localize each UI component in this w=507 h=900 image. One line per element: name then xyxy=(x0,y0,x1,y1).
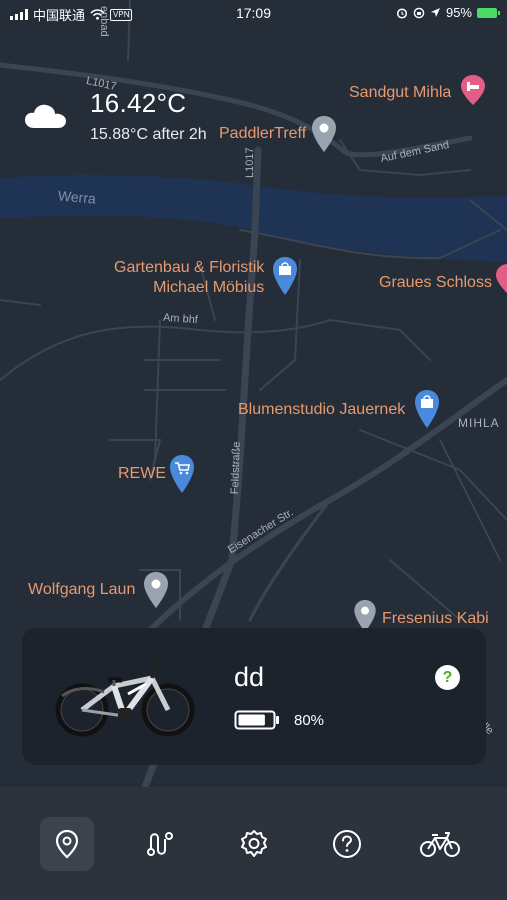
bike-name: dd xyxy=(234,662,265,692)
tab-settings[interactable] xyxy=(227,817,281,871)
forecast-temperature: 15.88°C after 2h xyxy=(90,126,207,143)
poi-label-rewe[interactable]: REWE xyxy=(118,464,166,484)
battery-percent-status: 95% xyxy=(445,5,472,20)
location-pin-icon xyxy=(55,829,79,859)
street-label-am-bhf: Am bhf xyxy=(162,311,199,327)
poi-label-blumenstudio[interactable]: Blumenstudio Jauernek xyxy=(238,400,405,420)
bike-battery: 80% xyxy=(234,710,324,730)
battery-icon xyxy=(477,7,500,18)
bed-pin-icon[interactable] xyxy=(496,264,507,294)
bicycle-icon xyxy=(420,832,460,857)
route-icon xyxy=(147,832,173,856)
question-circle-icon xyxy=(333,830,361,858)
poi-label-sandgut-mihla[interactable]: Sandgut Mihla xyxy=(349,83,451,103)
gray-pin-icon[interactable] xyxy=(312,116,336,152)
shopping-cart-pin-icon[interactable] xyxy=(170,455,194,493)
river-label-werra: Werra xyxy=(57,187,97,207)
street-label-l1017-b: L1017 xyxy=(244,147,256,178)
alarm-icon xyxy=(396,7,408,19)
rotation-lock-icon xyxy=(413,7,425,18)
poi-label-paddlertreff[interactable]: PaddlerTreff xyxy=(219,124,306,144)
bike-card[interactable]: dd 80% ? xyxy=(22,628,486,765)
tab-map[interactable] xyxy=(40,817,94,871)
gray-pin-icon[interactable] xyxy=(144,572,168,608)
tab-routes[interactable] xyxy=(133,817,187,871)
shopping-bag-pin-icon[interactable] xyxy=(273,257,297,295)
tab-bar xyxy=(0,787,507,900)
poi-label-graues-schloss[interactable]: Graues Schloss xyxy=(379,273,492,293)
shopping-bag-pin-icon[interactable] xyxy=(415,390,439,428)
poi-label-wolfgang-laun[interactable]: Wolfgang Laun xyxy=(28,580,135,600)
tab-bike[interactable] xyxy=(413,817,467,871)
battery-icon xyxy=(234,710,279,730)
bed-pin-icon[interactable] xyxy=(461,75,485,105)
cloud-icon xyxy=(25,104,66,128)
e-bike-image xyxy=(55,656,195,737)
tab-help[interactable] xyxy=(320,817,374,871)
status-bar: 中国联通 VPN 17:09 95% xyxy=(0,0,507,26)
poi-label-gartenbau[interactable]: Gartenbau & Floristik Michael Möbius xyxy=(114,258,264,298)
town-label-mihla: MIHLA xyxy=(458,416,500,430)
location-arrow-icon xyxy=(430,8,440,17)
gear-icon xyxy=(241,830,267,857)
bike-battery-percent: 80% xyxy=(294,711,325,729)
street-label-feldstrasse: Feldstraße xyxy=(229,441,243,495)
help-icon[interactable]: ? xyxy=(435,665,460,690)
poi-label-fresenius-kabi[interactable]: Fresenius Kabi xyxy=(382,609,489,629)
current-temperature: 16.42°C xyxy=(90,88,187,118)
